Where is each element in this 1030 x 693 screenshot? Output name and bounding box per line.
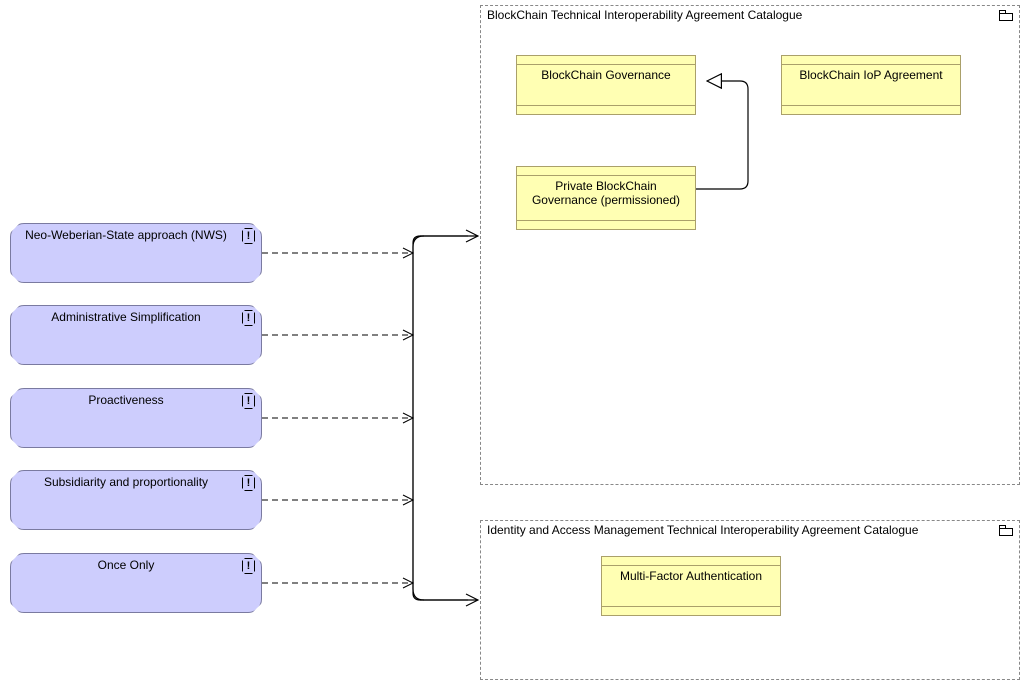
principle-once-only[interactable]: Once Only ! (10, 553, 262, 613)
folder-icon (999, 10, 1013, 21)
diagram-canvas: Neo-Weberian-State approach (NWS) ! Admi… (0, 0, 1030, 693)
principle-admin-simplification[interactable]: Administrative Simplification ! (10, 305, 262, 365)
group-title: Identity and Access Management Technical… (487, 523, 995, 537)
contract-mfa[interactable]: Multi-Factor Authentication (601, 556, 781, 616)
contract-blockchain-iop[interactable]: BlockChain IoP Agreement (781, 55, 961, 115)
stripe (517, 64, 695, 65)
group-iam-catalogue[interactable]: Identity and Access Management Technical… (480, 520, 1020, 680)
principle-label: Neo-Weberian-State approach (NWS) (19, 228, 233, 242)
group-title: BlockChain Technical Interoperability Ag… (487, 8, 995, 22)
group-blockchain-catalogue[interactable]: BlockChain Technical Interoperability Ag… (480, 5, 1020, 485)
stripe (517, 105, 695, 106)
principle-nws[interactable]: Neo-Weberian-State approach (NWS) ! (10, 223, 262, 283)
contract-blockchain-governance[interactable]: BlockChain Governance (516, 55, 696, 115)
principle-label: Proactiveness (19, 393, 233, 407)
stripe (602, 565, 780, 566)
principle-subsidiarity[interactable]: Subsidiarity and proportionality ! (10, 470, 262, 530)
stripe (602, 606, 780, 607)
contract-label: Multi-Factor Authentication (606, 569, 776, 583)
motivation-icon: ! (242, 393, 255, 409)
contract-private-governance[interactable]: Private BlockChain Governance (permissio… (516, 166, 696, 230)
principle-label: Administrative Simplification (19, 310, 233, 324)
contract-label: BlockChain IoP Agreement (786, 68, 956, 82)
motivation-icon: ! (242, 228, 255, 244)
principle-label: Once Only (19, 558, 233, 572)
stripe (517, 175, 695, 176)
principle-label: Subsidiarity and proportionality (19, 475, 233, 489)
stripe (517, 220, 695, 221)
folder-icon (999, 525, 1013, 536)
stripe (782, 105, 960, 106)
principle-proactiveness[interactable]: Proactiveness ! (10, 388, 262, 448)
motivation-icon: ! (242, 310, 255, 326)
motivation-icon: ! (242, 475, 255, 491)
contract-label: Private BlockChain Governance (permissio… (521, 179, 691, 207)
stripe (782, 64, 960, 65)
motivation-icon: ! (242, 558, 255, 574)
contract-label: BlockChain Governance (521, 68, 691, 82)
